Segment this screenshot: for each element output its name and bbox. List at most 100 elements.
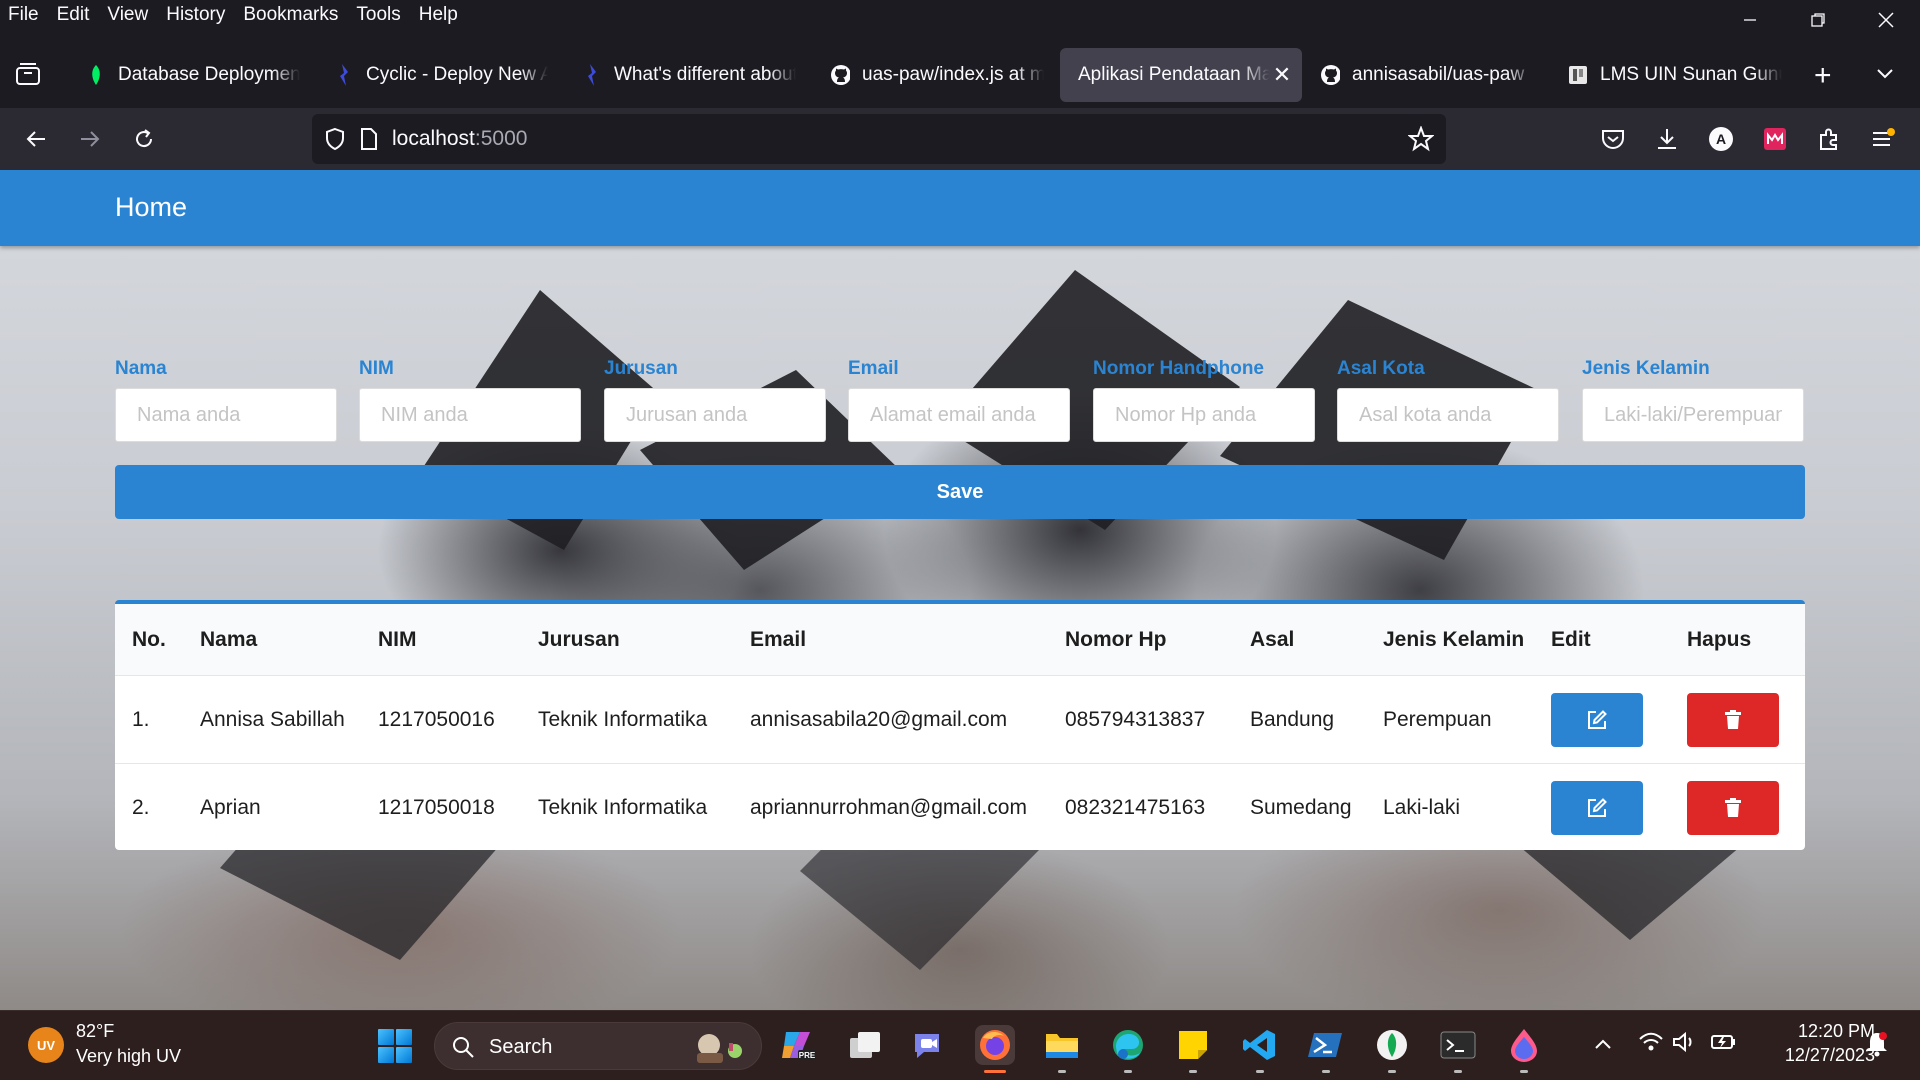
students-table: No. Nama NIM Jurusan Email Nomor Hp Asal…: [115, 600, 1805, 850]
task-view-app[interactable]: [845, 1025, 885, 1065]
edit-button[interactable]: [1551, 693, 1643, 747]
extensions-button[interactable]: [1812, 122, 1846, 156]
column-header-asal: Asal: [1250, 628, 1295, 651]
tab-title: What's different about: [614, 64, 796, 85]
copilot-app[interactable]: PRE: [778, 1025, 818, 1065]
menu-view[interactable]: View: [107, 4, 148, 26]
powershell-app[interactable]: [1306, 1025, 1346, 1073]
puzzle-icon: [1820, 128, 1837, 150]
notification-bell-icon[interactable]: [1866, 1031, 1888, 1062]
menu-history[interactable]: History: [166, 4, 225, 26]
tab-database-deployments[interactable]: Database Deployments: [68, 48, 300, 102]
mongodb-compass-app[interactable]: [1372, 1025, 1412, 1073]
terminal-app[interactable]: [1438, 1025, 1478, 1073]
forward-button[interactable]: [73, 122, 107, 156]
column-header-nama: Nama: [200, 628, 258, 651]
svg-text:PRE: PRE: [799, 1051, 816, 1060]
tab-title: Database Deployments: [118, 64, 300, 85]
running-indicator: [1388, 1070, 1396, 1073]
asal-kota-input[interactable]: [1337, 388, 1559, 442]
downloads-button[interactable]: [1650, 122, 1684, 156]
github-icon: [830, 65, 850, 85]
tab-whats-different[interactable]: What's different about: [564, 48, 796, 102]
sticky-notes-app[interactable]: [1173, 1025, 1213, 1073]
clock-date[interactable]: 12/27/2023: [1755, 1045, 1875, 1066]
cyclic-icon: [334, 64, 354, 86]
cell-nim: 1217050018: [378, 796, 495, 819]
menu-tools[interactable]: Tools: [356, 4, 400, 26]
save-button[interactable]: Save: [115, 465, 1805, 519]
menu-file[interactable]: File: [8, 4, 39, 26]
minimize-icon: [1744, 19, 1756, 21]
tab-title: annisasabil/uas-paw: [1352, 64, 1525, 85]
nim-input[interactable]: [359, 388, 581, 442]
search-highlight-icon: [697, 1034, 742, 1063]
volume-icon[interactable]: [1672, 1031, 1698, 1058]
column-header-edit: Edit: [1551, 628, 1591, 651]
address-bar[interactable]: localhost:5000: [312, 114, 1446, 164]
email-label: Email: [848, 358, 899, 379]
menu-bookmarks[interactable]: Bookmarks: [243, 4, 338, 26]
extension-button[interactable]: [1758, 122, 1792, 156]
table-row: 1. Annisa Sabillah 1217050016 Teknik Inf…: [115, 676, 1805, 764]
page-icon[interactable]: [360, 128, 378, 150]
new-tab-icon[interactable]: +: [1814, 61, 1832, 91]
reload-icon: [136, 129, 153, 148]
tab-list-button[interactable]: [14, 62, 44, 88]
firefox-app[interactable]: [975, 1025, 1015, 1073]
tab-lms-uin[interactable]: LMS UIN Sunan Gunun: [1550, 48, 1782, 102]
teams-chat-app[interactable]: [910, 1025, 950, 1065]
nim-label: NIM: [359, 358, 394, 379]
restore-button[interactable]: [1784, 0, 1852, 40]
menu-edit[interactable]: Edit: [57, 4, 90, 26]
paint-app[interactable]: [1504, 1025, 1544, 1073]
url-text[interactable]: localhost:5000: [392, 127, 527, 151]
email-input[interactable]: [848, 388, 1070, 442]
running-indicator: [1454, 1070, 1462, 1073]
delete-button[interactable]: [1687, 781, 1779, 835]
tab-uas-paw-index[interactable]: uas-paw/index.js at ma: [812, 48, 1044, 102]
close-window-button[interactable]: [1852, 0, 1920, 40]
pocket-button[interactable]: [1596, 122, 1630, 156]
shield-icon[interactable]: [324, 127, 346, 151]
home-link[interactable]: Home: [115, 192, 187, 223]
edge-app[interactable]: [1108, 1025, 1148, 1073]
clock-time[interactable]: 12:20 PM: [1775, 1021, 1875, 1042]
minimize-button[interactable]: [1716, 0, 1784, 40]
chevron-down-icon[interactable]: [1876, 64, 1894, 85]
tab-cyclic-deploy[interactable]: Cyclic - Deploy New Ap: [316, 48, 548, 102]
svg-text:A: A: [1716, 131, 1726, 147]
bookmark-star-icon[interactable]: [1408, 126, 1434, 152]
nama-label: Nama: [115, 358, 167, 379]
extension-logo-icon: [1764, 128, 1786, 150]
nama-input[interactable]: [115, 388, 337, 442]
tab-bar: Database Deployments Cyclic - Deploy New…: [0, 42, 1920, 108]
account-button[interactable]: A: [1704, 122, 1738, 156]
taskbar-search[interactable]: Search: [434, 1022, 762, 1070]
edit-button[interactable]: [1551, 781, 1643, 835]
battery-icon[interactable]: [1710, 1031, 1738, 1058]
reload-button[interactable]: [127, 122, 161, 156]
jenis-kelamin-input[interactable]: [1582, 388, 1804, 442]
delete-button[interactable]: [1687, 693, 1779, 747]
back-button[interactable]: [19, 122, 53, 156]
chevron-up-icon: [1595, 1039, 1611, 1049]
wifi-icon[interactable]: [1638, 1031, 1664, 1058]
jurusan-input[interactable]: [604, 388, 826, 442]
arrow-left-icon: [26, 131, 45, 147]
windows-start-icon[interactable]: [378, 1029, 412, 1063]
tab-aplikasi-pendataan[interactable]: Aplikasi Pendataan Maha ✕: [1060, 48, 1302, 102]
pocket-icon: [1602, 130, 1624, 149]
edit-icon: [1588, 798, 1607, 817]
nomor-handphone-input[interactable]: [1093, 388, 1315, 442]
uv-weather-icon: UV: [28, 1027, 64, 1063]
jenis-kelamin-label: Jenis Kelamin: [1582, 358, 1710, 379]
tab-close-icon[interactable]: ✕: [1270, 62, 1294, 88]
file-explorer-app[interactable]: [1042, 1025, 1082, 1073]
app-menu-button[interactable]: [1866, 122, 1900, 156]
vscode-app[interactable]: [1240, 1025, 1280, 1073]
tab-annisasabil-uas-paw[interactable]: annisasabil/uas-paw: [1302, 48, 1534, 102]
show-hidden-icons-button[interactable]: [1594, 1037, 1612, 1055]
tab-title: Cyclic - Deploy New Ap: [366, 64, 548, 85]
menu-help[interactable]: Help: [419, 4, 458, 26]
